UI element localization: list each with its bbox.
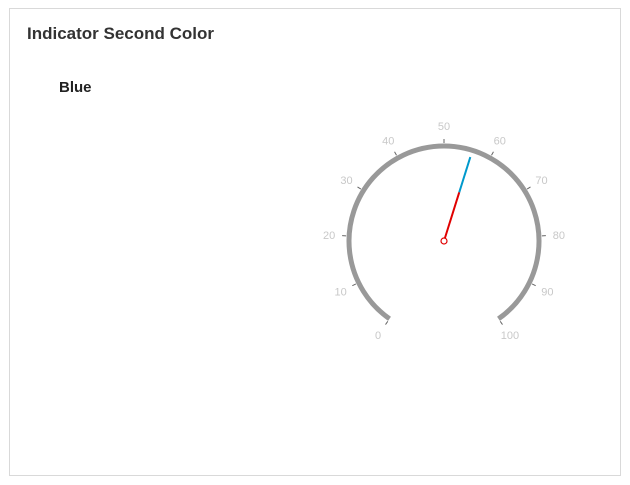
gauge-tick	[499, 320, 503, 325]
gauge-scale-arc	[346, 143, 542, 321]
gauge-tick-label: 60	[494, 135, 506, 147]
gauge-tick	[491, 151, 494, 156]
gauge-tick	[385, 320, 389, 325]
gauge-tick-label: 80	[553, 230, 565, 242]
gauge-tick-label: 90	[541, 286, 553, 298]
gauge-tick-label: 0	[375, 330, 381, 342]
gauge-pointer-second-color	[458, 156, 472, 193]
gauge-tick-label: 10	[335, 286, 347, 298]
gauge-tick	[526, 186, 531, 190]
gauge-tick-labels: 0 10 20 30 40 50 60 70 80 90 100	[323, 121, 565, 342]
gauge-pointer-cap	[440, 237, 448, 245]
gauge-tick-label: 100	[501, 330, 519, 342]
radial-gauge: 0 10 20 30 40 50 60 70 80 90 100	[323, 121, 565, 342]
gauge-tick-label: 20	[323, 230, 335, 242]
gauge-tick	[531, 283, 536, 287]
gauge-tick-label: 50	[438, 121, 450, 133]
gauge-tick-label: 70	[535, 175, 547, 187]
gauge-pointer-primary	[443, 192, 461, 239]
gauge-tick	[352, 283, 357, 287]
gauge-tick-label: 40	[382, 135, 394, 147]
gauge-tick	[394, 151, 397, 156]
gauge-tick	[357, 186, 362, 190]
gauge-ticks	[342, 139, 546, 325]
gauge-tick-label: 30	[340, 175, 352, 187]
